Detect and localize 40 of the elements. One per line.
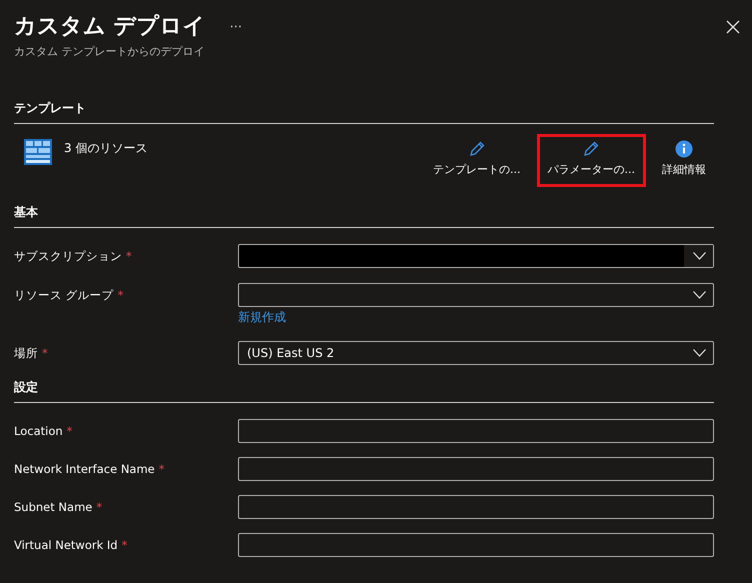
- chevron-down-icon: [692, 252, 706, 260]
- input-field[interactable]: [238, 533, 714, 557]
- pencil-icon: [582, 140, 600, 158]
- field-label: Subnet Name: [14, 500, 92, 514]
- section-heading: 基本: [14, 204, 714, 228]
- field-label: Location: [14, 424, 63, 438]
- create-new-link[interactable]: 新規作成: [238, 309, 286, 326]
- field-label: 場所: [14, 346, 38, 360]
- resource-count: 3 個のリソース: [64, 140, 148, 157]
- toolbar-button[interactable]: パラメーターの...: [536, 134, 646, 187]
- input-field[interactable]: [238, 457, 714, 481]
- pencil-icon: [468, 140, 486, 158]
- info-icon: [675, 140, 693, 158]
- required-mark: *: [158, 462, 164, 476]
- grid-icon: [24, 138, 52, 166]
- chevron-down-icon: [692, 349, 706, 357]
- toolbar-button[interactable]: 詳細情報: [654, 134, 714, 187]
- more-button[interactable]: ···: [226, 20, 246, 34]
- toolbar-button[interactable]: テンプレートの...: [425, 134, 528, 187]
- section-heading: 設定: [14, 379, 714, 403]
- field-label: リソース グループ: [14, 288, 114, 302]
- chevron-down-icon: [692, 291, 706, 299]
- input-field[interactable]: [238, 419, 714, 443]
- page-subtitle: カスタム テンプレートからのデプロイ: [14, 44, 206, 59]
- dropdown-field[interactable]: [238, 283, 714, 307]
- dropdown-field[interactable]: [238, 244, 714, 268]
- close-icon[interactable]: [726, 20, 740, 34]
- section-heading: テンプレート: [14, 100, 714, 124]
- required-mark: *: [122, 538, 128, 552]
- field-label: Network Interface Name: [14, 462, 155, 476]
- required-mark: *: [96, 500, 102, 514]
- required-mark: *: [42, 346, 48, 360]
- input-field[interactable]: [238, 495, 714, 519]
- field-label: サブスクリプション: [14, 249, 122, 263]
- field-label: Virtual Network Id: [14, 538, 118, 552]
- page-title: カスタム デプロイ: [14, 13, 206, 41]
- required-mark: *: [118, 288, 124, 302]
- required-mark: *: [66, 424, 72, 438]
- dropdown-field[interactable]: (US) East US 2: [238, 341, 714, 365]
- required-mark: *: [126, 249, 132, 263]
